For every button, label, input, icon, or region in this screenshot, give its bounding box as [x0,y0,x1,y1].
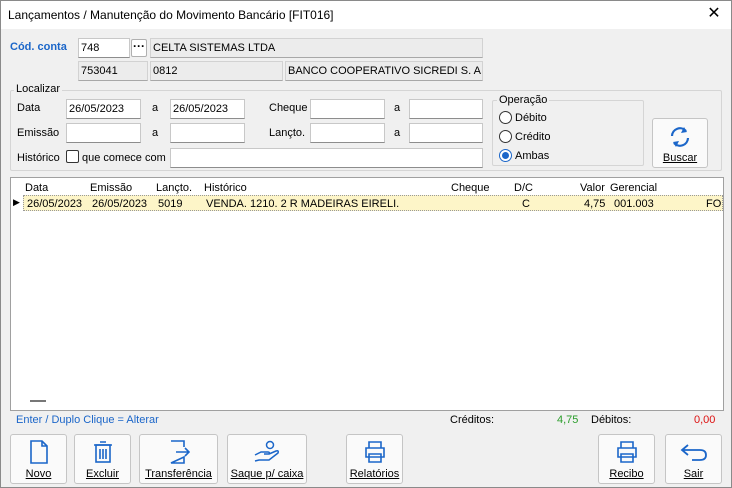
lancto-from-input[interactable] [310,123,385,143]
starts-with-checkbox[interactable] [66,150,79,163]
credits-value: 4,75 [557,414,579,426]
date-to-label: a [152,102,159,114]
radio-debito-label: Débito [515,112,547,124]
date-from-input[interactable]: 26/05/2023 [66,99,141,119]
col-header-dc[interactable]: D/C [514,182,533,194]
saque-button[interactable]: Saque p/ caixa [227,434,307,484]
transferencia-button[interactable]: Transferência [139,434,218,484]
excluir-button[interactable]: Excluir [74,434,131,484]
cheque-label: Cheque [269,102,308,114]
transferencia-label: Transferência [145,468,212,480]
lancto-to-input[interactable] [409,123,483,143]
history-label: Histórico [17,152,60,164]
excluir-label: Excluir [85,468,119,480]
cell-dc: C [522,198,530,210]
transfer-icon [170,440,190,464]
starts-with-label: que comece com [82,152,166,164]
col-header-valor[interactable]: Valor [580,182,605,194]
printer-icon [364,441,385,463]
col-header-cheque[interactable]: Cheque [451,182,490,194]
title-bar: Lançamentos / Manutenção do Movimento Ba… [1,1,731,29]
recibo-label: Recibo [609,468,644,480]
emission-from-input[interactable] [66,123,141,143]
recibo-button[interactable]: Recibo [598,434,655,484]
cheque-from-input[interactable] [310,99,385,119]
col-header-lancto[interactable]: Lançto. [156,182,192,194]
exit-arrow-icon [680,444,707,461]
radio-credito[interactable] [499,130,512,143]
row-pointer-icon: ▶ [13,197,20,207]
search-button[interactable]: Buscar [652,118,708,168]
account-code-input[interactable]: 748 [78,38,130,58]
col-header-gerencial[interactable]: Gerencial [610,182,657,194]
cell-data: 26/05/2023 [27,198,83,210]
sair-button[interactable]: Sair [665,434,722,484]
radio-ambas-label: Ambas [515,150,550,162]
emission-to-label: a [152,127,159,139]
main-window: Lançamentos / Manutenção do Movimento Ba… [0,0,732,488]
cheque-to-input[interactable] [409,99,483,119]
cell-historico: VENDA. 1210. 2 R MADEIRAS EIRELI. [206,198,400,210]
transactions-grid[interactable]: Data Emissão Lançto. Histórico Cheque D/… [10,177,724,411]
emission-label: Emissão [17,127,60,139]
cell-lancto: 5019 [158,198,183,210]
search-group-legend: Localizar [14,83,63,95]
col-header-emissao[interactable]: Emissão [90,182,132,194]
hand-coin-icon [254,440,279,462]
operation-legend: Operação [497,94,550,106]
novo-label: Novo [25,468,52,480]
cell-extra: FO [706,198,722,210]
credits-label: Créditos: [450,414,495,426]
sair-label: Sair [683,468,704,480]
debits-value: 0,00 [694,414,716,426]
lancto-label: Lançto. [269,127,306,139]
col-header-data[interactable]: Data [25,182,48,194]
date-to-input[interactable]: 26/05/2023 [170,99,245,119]
radio-ambas[interactable] [499,149,512,162]
new-document-icon [29,440,48,464]
account-number-field: 753041 [78,61,148,81]
table-row[interactable]: 26/05/2023 26/05/2023 5019 VENDA. 1210. … [23,195,723,211]
relatorios-label: Relatórios [349,468,400,480]
saque-label: Saque p/ caixa [230,468,304,480]
cell-emissao: 26/05/2023 [92,198,148,210]
account-company-field: CELTA SISTEMAS LTDA [150,38,483,58]
refresh-icon [670,127,690,147]
close-icon[interactable]: ✕ [705,5,723,23]
radio-debito[interactable] [499,111,512,124]
horizontal-scrollbar-thumb[interactable] [30,400,46,402]
col-header-historico[interactable]: Histórico [204,182,247,194]
account-lookup-button[interactable]: ··· [131,39,147,57]
account-agency-field: 0812 [150,61,283,81]
cheque-to-label: a [394,102,401,114]
cell-gerencial: 001.003 [614,198,654,210]
emission-to-input[interactable] [170,123,245,143]
history-input[interactable] [170,148,483,168]
lancto-to-label: a [394,127,401,139]
debits-label: Débitos: [591,414,632,426]
relatorios-button[interactable]: Relatórios [346,434,403,484]
account-code-label: Cód. conta [10,41,67,53]
novo-button[interactable]: Novo [10,434,67,484]
trash-icon [93,441,112,463]
search-button-label: Buscar [662,152,698,164]
window-title: Lançamentos / Manutenção do Movimento Ba… [8,8,334,22]
account-bank-field: BANCO COOPERATIVO SICREDI S. A. [285,61,483,81]
status-hint: Enter / Duplo Clique = Alterar [16,414,159,426]
cell-valor: 4,75 [584,198,606,210]
date-label: Data [17,102,41,114]
printer-icon [616,441,637,463]
status-bar: Enter / Duplo Clique = Alterar Créditos:… [10,411,724,429]
radio-credito-label: Crédito [515,131,551,143]
